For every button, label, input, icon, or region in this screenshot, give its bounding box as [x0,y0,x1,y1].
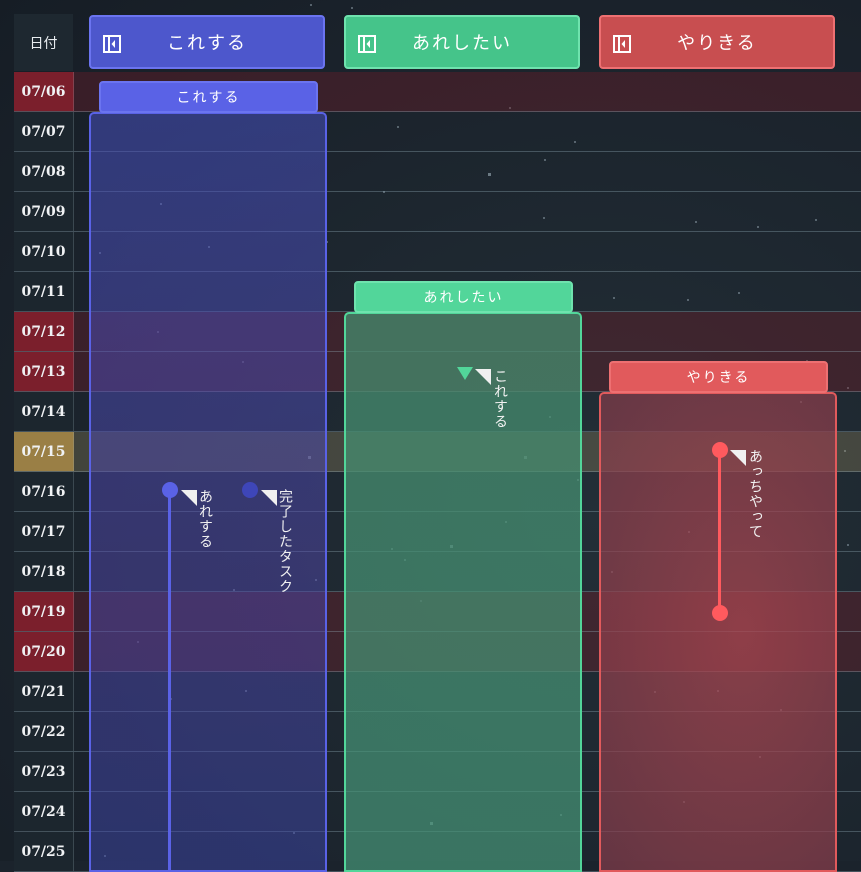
column-header-title-3: やりきる [677,33,757,54]
column-tag-3[interactable]: やりきる [609,361,828,393]
date-label: 07/24 [14,792,74,831]
task-label[interactable]: あれする [197,489,213,549]
column-header-title-2: あれしたい [412,33,512,54]
column-header-1[interactable]: これする [89,15,325,69]
task-start-marker[interactable] [712,442,728,458]
task-flag-icon [261,490,277,506]
date-label: 07/23 [14,752,74,791]
date-label: 07/16 [14,472,74,511]
task-flag-icon [475,369,491,385]
date-column-header: 日付 [14,14,73,71]
column-tag-1[interactable]: これする [99,81,318,113]
date-label: 07/18 [14,552,74,591]
column-header-2[interactable]: あれしたい [344,15,580,69]
task-flag-icon [730,450,746,466]
date-label: 07/07 [14,112,74,151]
date-label: 07/06 [14,72,74,111]
column-tag-2[interactable]: あれしたい [354,281,573,313]
task-end-marker[interactable] [712,605,728,621]
task-label[interactable]: これする [492,369,508,429]
date-label: 07/20 [14,632,74,671]
date-label: 07/12 [14,312,74,351]
date-label: 07/08 [14,152,74,191]
date-label: 07/14 [14,392,74,431]
collapse-panel-icon[interactable] [613,35,631,53]
date-label: 07/17 [14,512,74,551]
date-label: 07/22 [14,712,74,751]
collapse-panel-icon[interactable] [103,35,121,53]
date-label: 07/11 [14,272,74,311]
task-label-completed[interactable]: 完了したタスク [277,489,293,594]
date-label: 07/13 [14,352,74,391]
column-body-2[interactable] [344,312,582,872]
collapse-panel-icon[interactable] [358,35,376,53]
task-label[interactable]: あっちやって [747,449,763,539]
column-header-3[interactable]: やりきる [599,15,835,69]
task-start-marker[interactable] [162,482,178,498]
task-duration-line[interactable] [168,490,171,870]
task-start-marker-completed[interactable] [242,482,258,498]
date-label: 07/25 [14,832,74,871]
task-duration-line[interactable] [718,450,721,612]
task-milestone-icon[interactable] [457,367,473,381]
column-header-title-1: これする [167,33,247,54]
date-label: 07/15 [14,432,74,471]
date-label: 07/19 [14,592,74,631]
date-label: 07/10 [14,232,74,271]
task-flag-icon [181,490,197,506]
date-label: 07/09 [14,192,74,231]
date-label: 07/21 [14,672,74,711]
